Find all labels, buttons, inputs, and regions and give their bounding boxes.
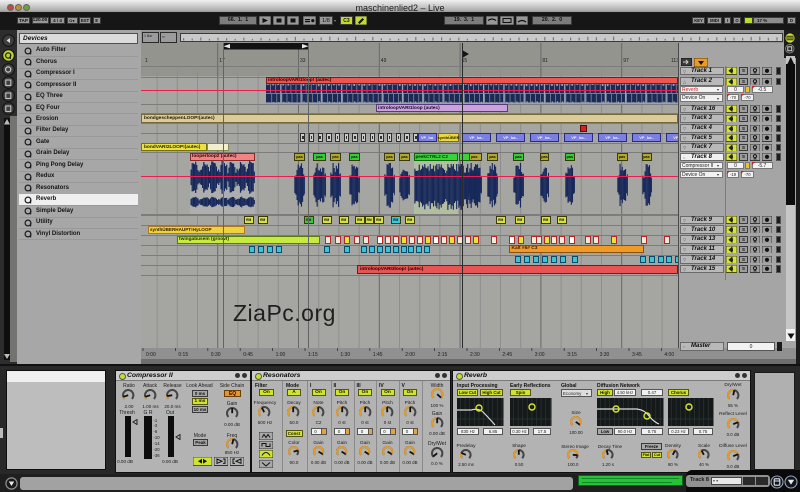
svg-text:0:30: 0:30	[211, 352, 221, 358]
svg-text:3:00: 3:00	[535, 352, 545, 358]
svg-text:2:30: 2:30	[470, 352, 480, 358]
svg-text:3:45: 3:45	[632, 352, 642, 358]
svg-text:1:30: 1:30	[340, 352, 350, 358]
svg-text:0:15: 0:15	[178, 352, 188, 358]
svg-text:2:45: 2:45	[502, 352, 512, 358]
svg-text:0:00: 0:00	[146, 352, 156, 358]
svg-text:0:45: 0:45	[243, 352, 253, 358]
svg-text:1:15: 1:15	[308, 352, 318, 358]
svg-text:3:15: 3:15	[567, 352, 577, 358]
svg-text:2:00: 2:00	[405, 352, 415, 358]
svg-text:3:30: 3:30	[600, 352, 610, 358]
svg-text:2:15: 2:15	[438, 352, 448, 358]
svg-text:1:45: 1:45	[373, 352, 383, 358]
svg-text:1:00: 1:00	[276, 352, 286, 358]
svg-text:4:00: 4:00	[664, 352, 674, 358]
